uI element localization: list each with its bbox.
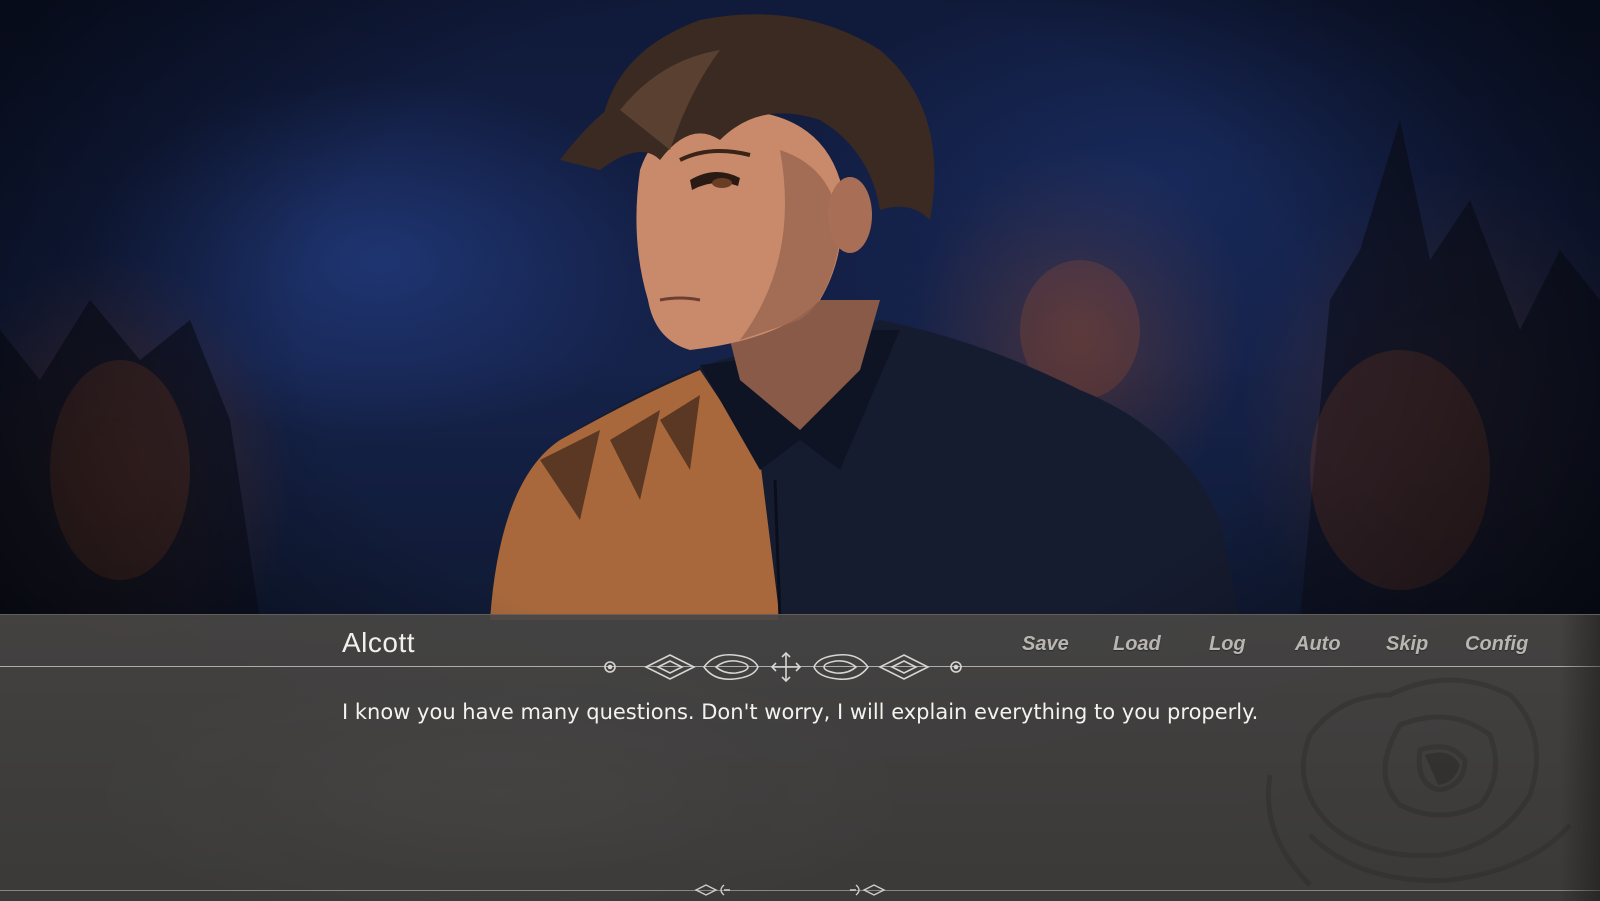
- auto-button[interactable]: Auto: [1295, 633, 1341, 656]
- load-button[interactable]: Load: [1113, 633, 1161, 656]
- log-button[interactable]: Log: [1209, 633, 1246, 656]
- rose-watermark: [1265, 677, 1572, 887]
- config-button[interactable]: Config: [1465, 633, 1528, 656]
- center-ornament: [604, 651, 962, 683]
- save-button[interactable]: Save: [1022, 633, 1069, 656]
- dialogue-edge-shade: [1560, 615, 1600, 901]
- bottom-ornament: [694, 884, 886, 896]
- dialogue-text: I know you have many questions. Don't wo…: [342, 700, 1259, 724]
- skip-button[interactable]: Skip: [1386, 633, 1428, 656]
- speaker-name: Alcott: [342, 627, 416, 658]
- dialogue-box[interactable]: Alcott Save Load Log Auto Skip Config I …: [0, 614, 1600, 901]
- quick-menu: Save Load Log Auto Skip Config: [1000, 633, 1560, 663]
